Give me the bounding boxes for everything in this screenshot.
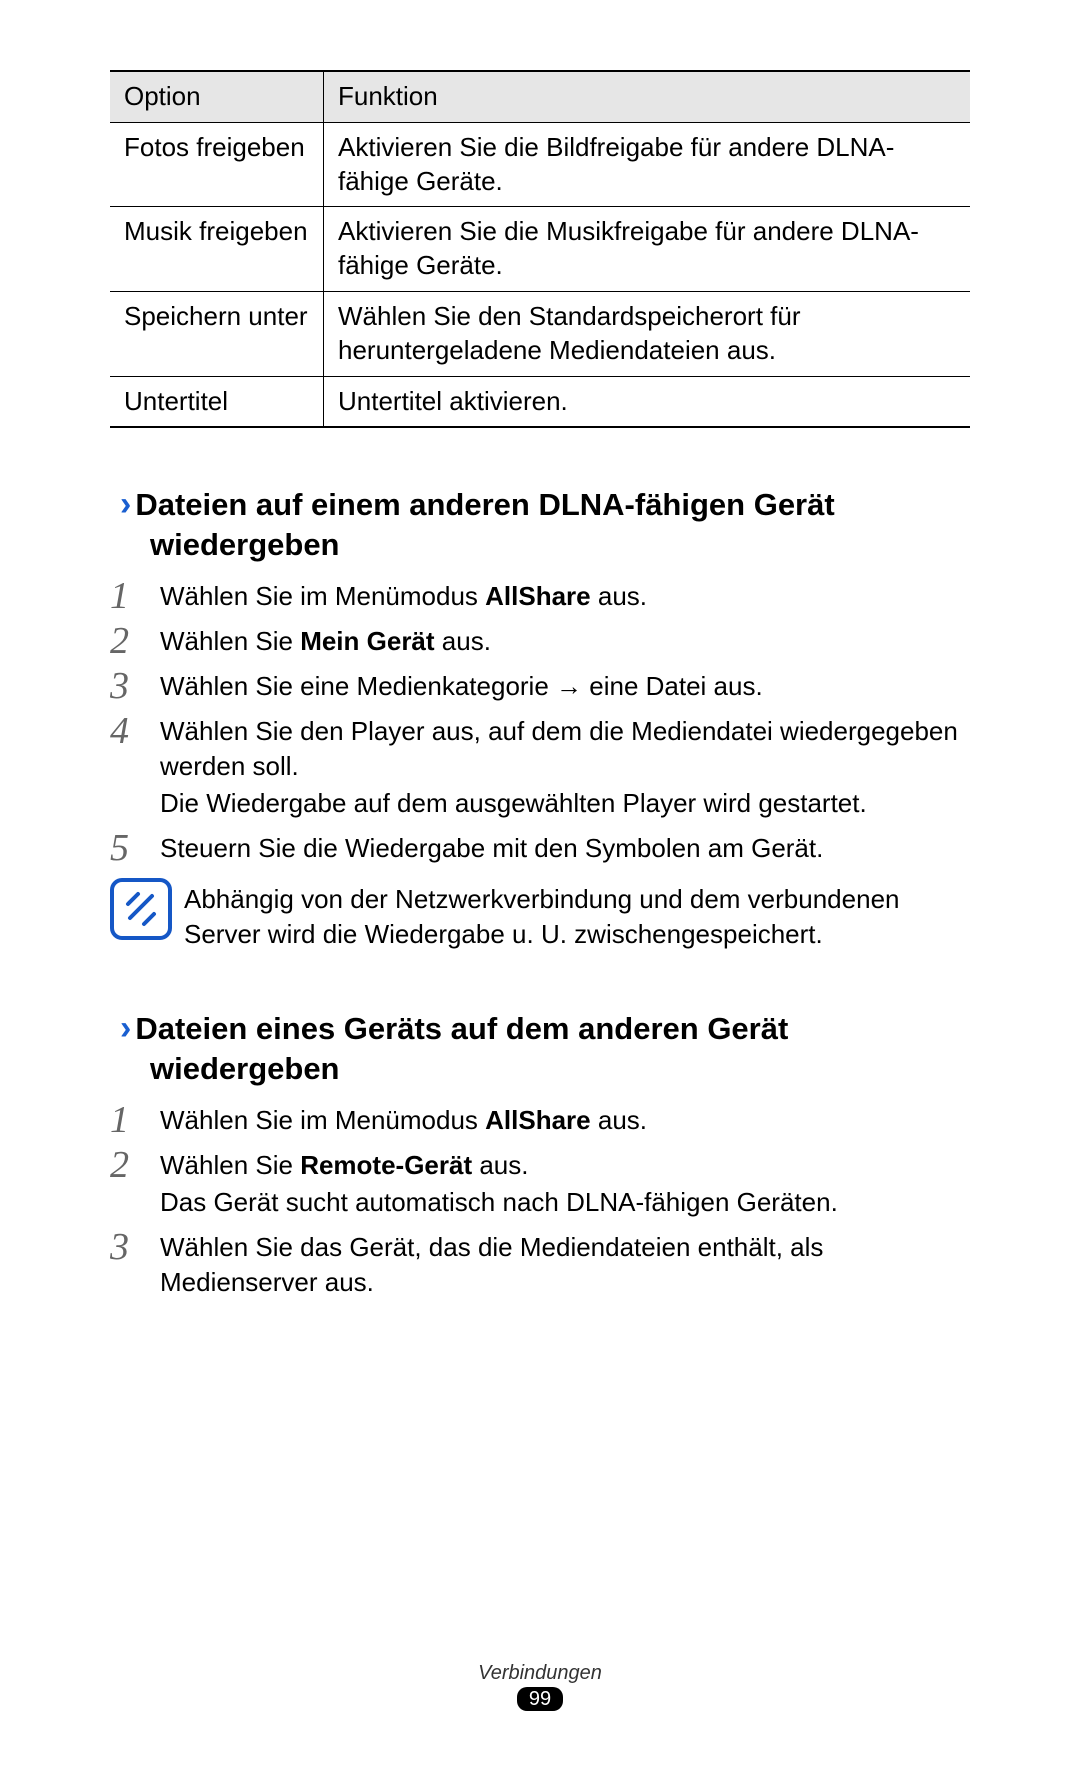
note-box: Abhängig von der Netzwerkverbindung und … [110, 878, 970, 952]
text: Steuern Sie die Wiedergabe mit den Symbo… [160, 831, 970, 866]
cell-option: Speichern unter [110, 291, 324, 376]
section2-heading: ›Dateien eines Geräts auf dem anderen Ge… [110, 1007, 970, 1088]
step-body: Steuern Sie die Wiedergabe mit den Symbo… [160, 827, 970, 868]
chevron-icon: › [120, 485, 131, 523]
step-number: 5 [110, 827, 160, 867]
table-row: Fotos freigeben Aktivieren Sie die Bildf… [110, 122, 970, 207]
text-bold: Remote-Gerät [300, 1150, 472, 1180]
text: aus. [591, 581, 647, 611]
cell-option: Untertitel [110, 376, 324, 427]
step-body: Wählen Sie im Menümodus AllShare aus. [160, 575, 970, 616]
text: Das Gerät sucht automatisch nach DLNA-fä… [160, 1185, 970, 1220]
step-body: Wählen Sie Mein Gerät aus. [160, 620, 970, 661]
step-body: Wählen Sie Remote-Gerät aus. Das Gerät s… [160, 1144, 970, 1222]
list-item: 3 Wählen Sie das Gerät, das die Medienda… [110, 1226, 970, 1302]
list-item: 1 Wählen Sie im Menümodus AllShare aus. [110, 1099, 970, 1140]
text: Wählen Sie [160, 626, 300, 656]
text: Die Wiedergabe auf dem ausgewählten Play… [160, 786, 970, 821]
step-body: Wählen Sie im Menümodus AllShare aus. [160, 1099, 970, 1140]
cell-function: Untertitel aktivieren. [324, 376, 971, 427]
footer-section: Verbindungen [0, 1662, 1080, 1685]
step-number: 4 [110, 710, 160, 750]
step-number: 3 [110, 665, 160, 705]
text: Wählen Sie den Player aus, auf dem die M… [160, 714, 970, 784]
cell-option: Fotos freigeben [110, 122, 324, 207]
table-row: Untertitel Untertitel aktivieren. [110, 376, 970, 427]
text: Wählen Sie eine Medienkategorie → eine D… [160, 669, 970, 704]
list-item: 5 Steuern Sie die Wiedergabe mit den Sym… [110, 827, 970, 868]
step-number: 2 [110, 1144, 160, 1184]
options-table: Option Funktion Fotos freigeben Aktivier… [110, 70, 970, 428]
text-bold: AllShare [485, 581, 591, 611]
step-number: 1 [110, 1099, 160, 1139]
step-body: Wählen Sie den Player aus, auf dem die M… [160, 710, 970, 823]
table-row: Speichern unter Wählen Sie den Standards… [110, 291, 970, 376]
step-number: 1 [110, 575, 160, 615]
cell-function: Aktivieren Sie die Bildfreigabe für ande… [324, 122, 971, 207]
section1-title: Dateien auf einem anderen DLNA-fähigen G… [135, 487, 834, 562]
section2-steps: 1 Wählen Sie im Menümodus AllShare aus. … [110, 1099, 970, 1302]
step-body: Wählen Sie das Gerät, das die Mediendate… [160, 1226, 970, 1302]
text: aus. [591, 1105, 647, 1135]
list-item: 3 Wählen Sie eine Medienkategorie → eine… [110, 665, 970, 706]
text: Wählen Sie [160, 1150, 300, 1180]
th-function: Funktion [324, 71, 971, 122]
note-icon [110, 878, 172, 940]
list-item: 2 Wählen Sie Remote-Gerät aus. Das Gerät… [110, 1144, 970, 1222]
step-number: 2 [110, 620, 160, 660]
text-bold: AllShare [485, 1105, 591, 1135]
chevron-icon: › [120, 1009, 131, 1047]
list-item: 2 Wählen Sie Mein Gerät aus. [110, 620, 970, 661]
list-item: 1 Wählen Sie im Menümodus AllShare aus. [110, 575, 970, 616]
table-row: Musik freigeben Aktivieren Sie die Musik… [110, 207, 970, 292]
text-bold: Mein Gerät [300, 626, 434, 656]
step-number: 3 [110, 1226, 160, 1266]
note-text: Abhängig von der Netzwerkverbindung und … [184, 878, 970, 952]
step-body: Wählen Sie eine Medienkategorie → eine D… [160, 665, 970, 706]
section1-steps: 1 Wählen Sie im Menümodus AllShare aus. … [110, 575, 970, 869]
section2-title: Dateien eines Geräts auf dem anderen Ger… [135, 1011, 788, 1086]
section1-heading: ›Dateien auf einem anderen DLNA-fähigen … [110, 483, 970, 564]
th-option: Option [110, 71, 324, 122]
cell-function: Aktivieren Sie die Musikfreigabe für and… [324, 207, 971, 292]
cell-function: Wählen Sie den Standardspeicherort für h… [324, 291, 971, 376]
manual-page: Option Funktion Fotos freigeben Aktivier… [0, 0, 1080, 1771]
text: Wählen Sie das Gerät, das die Mediendate… [160, 1230, 970, 1300]
page-number: 99 [517, 1687, 563, 1711]
table-header-row: Option Funktion [110, 71, 970, 122]
text: aus. [472, 1150, 528, 1180]
list-item: 4 Wählen Sie den Player aus, auf dem die… [110, 710, 970, 823]
text: Wählen Sie im Menümodus [160, 1105, 485, 1135]
text: aus. [435, 626, 491, 656]
cell-option: Musik freigeben [110, 207, 324, 292]
page-footer: Verbindungen 99 [0, 1662, 1080, 1711]
text: Wählen Sie im Menümodus [160, 581, 485, 611]
